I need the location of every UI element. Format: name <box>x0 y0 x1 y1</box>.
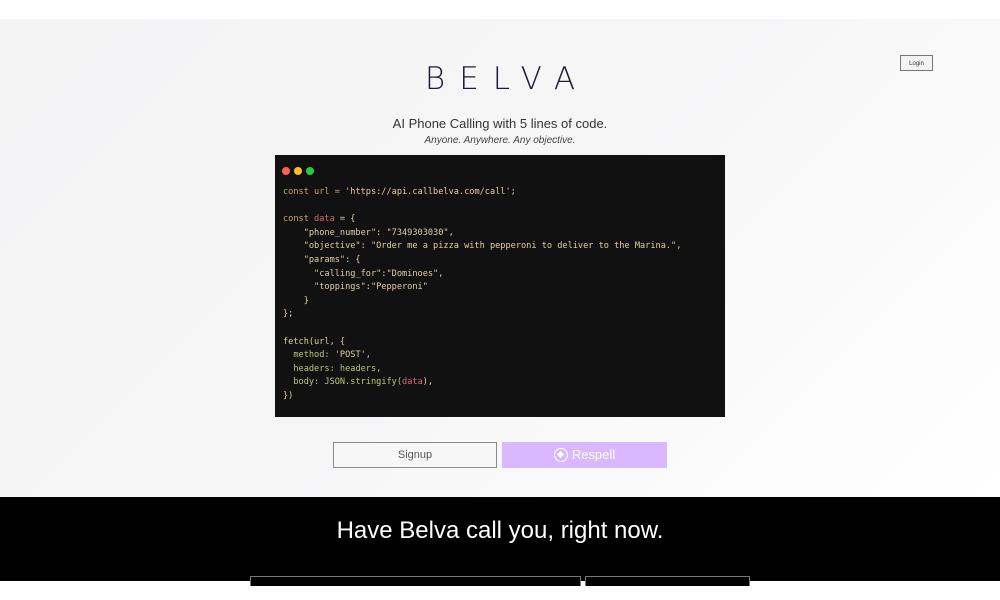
code-line-1-kw: const url = <box>283 187 346 197</box>
code-line-13-prop: body: <box>283 377 325 388</box>
signup-button[interactable]: Signup <box>333 442 497 468</box>
cta-section: Have Belva call you, right now. <box>0 497 1000 586</box>
code-line-6: "calling_for":"Dominoes", <box>283 268 444 279</box>
code-line-12-val: headers, <box>339 363 382 374</box>
code-line-13-fn: JSON.stringify( <box>324 377 403 388</box>
subtagline: Anyone. Anywhere. Any objective. <box>424 135 576 146</box>
code-line-12-prop: headers: <box>283 363 340 374</box>
code-line-13-end: ), <box>422 377 434 388</box>
code-line-4: "objective": "Order me a pizza with pepp… <box>283 241 682 252</box>
hero-section: Login BELVA AI Phone Calling with 5 line… <box>0 19 1000 497</box>
window-controls <box>282 162 318 180</box>
code-line-11-val: 'POST', <box>334 350 371 361</box>
call-me-button[interactable] <box>585 576 750 586</box>
code-line-2-kw: const <box>283 214 315 225</box>
tagline: AI Phone Calling with 5 lines of code. <box>392 116 608 131</box>
maximize-dot-icon <box>306 167 314 175</box>
code-line-9: }; <box>283 309 294 320</box>
code-line-2-var: data <box>314 214 335 225</box>
code-line-13-var: data <box>402 377 423 388</box>
code-line-8: } <box>283 295 309 306</box>
code-line-7: "toppings":"Pepperoni" <box>283 282 428 293</box>
close-dot-icon <box>282 167 290 175</box>
code-line-1-str: 'https://api.callbelva.com/call'; <box>345 187 516 197</box>
code-window: const url = 'https://api.callbelva.com/c… <box>275 155 725 417</box>
code-snippet: const url = 'https://api.callbelva.com/c… <box>283 186 681 404</box>
logo: BELVA <box>424 61 590 97</box>
code-line-3: "phone_number": "7349303030", <box>283 227 454 238</box>
respell-logo-icon <box>553 448 568 462</box>
code-line-14: }) <box>283 390 294 401</box>
code-line-5: "params": { <box>283 254 361 265</box>
code-line-10: fetch(url, { <box>283 336 346 347</box>
code-line-11-prop: method: <box>283 350 335 361</box>
code-line-2-rest: = { <box>334 214 356 225</box>
cta-title: Have Belva call you, right now. <box>336 517 664 544</box>
respell-button[interactable]: Respell <box>502 442 667 468</box>
phone-input[interactable] <box>250 576 581 586</box>
minimize-dot-icon <box>294 167 302 175</box>
respell-button-label: Respell <box>571 447 616 462</box>
